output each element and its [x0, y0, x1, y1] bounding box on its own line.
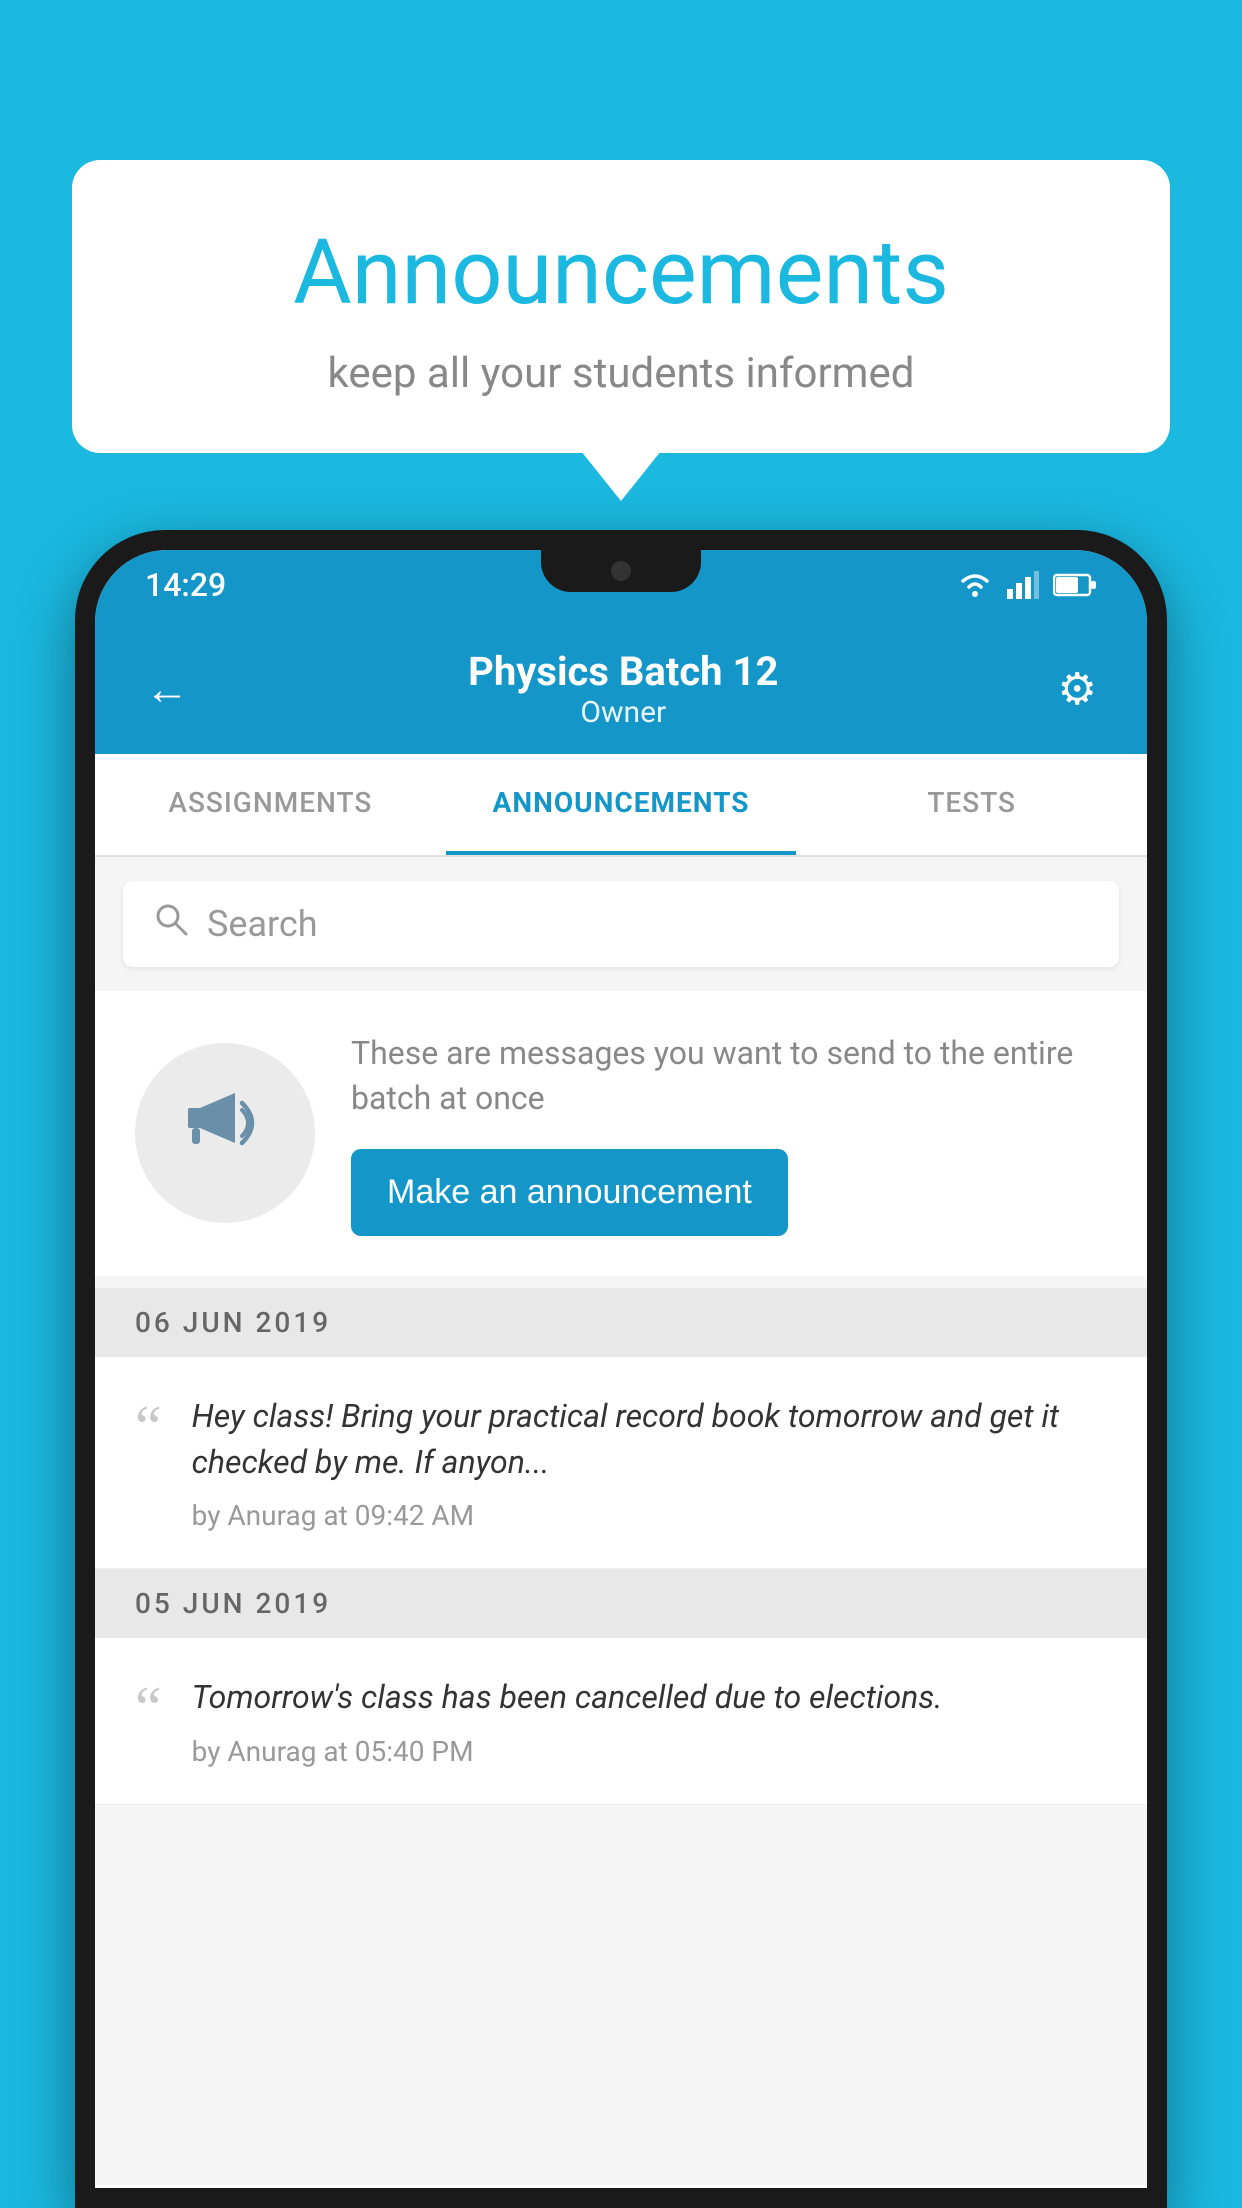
announcement-item-2[interactable]: “ Tomorrow's class has been cancelled du… — [95, 1638, 1147, 1804]
app-header: ← Physics Batch 12 Owner ⚙ — [95, 620, 1147, 754]
speech-bubble-section: Announcements keep all your students inf… — [72, 160, 1170, 453]
prompt-content: These are messages you want to send to t… — [351, 1031, 1107, 1236]
prompt-description: These are messages you want to send to t… — [351, 1031, 1107, 1121]
announcement-text-wrap: Hey class! Bring your practical record b… — [192, 1393, 1107, 1533]
tab-bar: ASSIGNMENTS ANNOUNCEMENTS TESTS — [95, 754, 1147, 857]
search-bar[interactable]: Search — [123, 881, 1119, 967]
announcement-prompt-card: These are messages you want to send to t… — [95, 991, 1147, 1276]
settings-button[interactable]: ⚙ — [1058, 663, 1097, 715]
megaphone-icon — [180, 1078, 270, 1188]
wifi-icon — [957, 571, 993, 599]
speech-bubble-card: Announcements keep all your students inf… — [72, 160, 1170, 453]
back-button[interactable]: ← — [145, 663, 189, 715]
phone-frame: 14:29 — [75, 530, 1167, 2208]
content-area: Search — [95, 857, 1147, 2185]
tab-assignments[interactable]: ASSIGNMENTS — [95, 754, 446, 855]
announcement-text-wrap-2: Tomorrow's class has been cancelled due … — [192, 1674, 1107, 1767]
make-announcement-button[interactable]: Make an announcement — [351, 1149, 788, 1236]
announcement-meta-1: by Anurag at 09:42 AM — [192, 1499, 1107, 1532]
tab-announcements[interactable]: ANNOUNCEMENTS — [446, 754, 797, 855]
megaphone-circle — [135, 1043, 315, 1223]
announcement-text-2: Tomorrow's class has been cancelled due … — [192, 1674, 1107, 1720]
signal-icon — [1007, 571, 1039, 599]
header-subtitle: Owner — [468, 695, 778, 730]
date-separator-1: 06 JUN 2019 — [95, 1288, 1147, 1357]
quote-icon-2: “ — [135, 1678, 162, 1738]
camera — [611, 561, 631, 581]
date-separator-2: 05 JUN 2019 — [95, 1569, 1147, 1638]
announcements-subtitle: keep all your students informed — [132, 349, 1110, 398]
tab-tests[interactable]: TESTS — [796, 754, 1147, 855]
status-icons — [957, 571, 1097, 599]
battery-icon — [1053, 573, 1097, 597]
status-time: 14:29 — [145, 566, 226, 604]
phone-notch — [541, 550, 701, 592]
announcement-meta-2: by Anurag at 05:40 PM — [192, 1735, 1107, 1768]
search-placeholder: Search — [207, 903, 318, 945]
announcement-item-1[interactable]: “ Hey class! Bring your practical record… — [95, 1357, 1147, 1570]
quote-icon: “ — [135, 1397, 162, 1457]
announcement-text-1: Hey class! Bring your practical record b… — [192, 1393, 1107, 1486]
header-title: Physics Batch 12 — [468, 648, 778, 695]
announcements-title: Announcements — [132, 220, 1110, 325]
header-center: Physics Batch 12 Owner — [468, 648, 778, 730]
phone-screen: 14:29 — [95, 550, 1147, 2188]
search-icon — [153, 901, 189, 947]
